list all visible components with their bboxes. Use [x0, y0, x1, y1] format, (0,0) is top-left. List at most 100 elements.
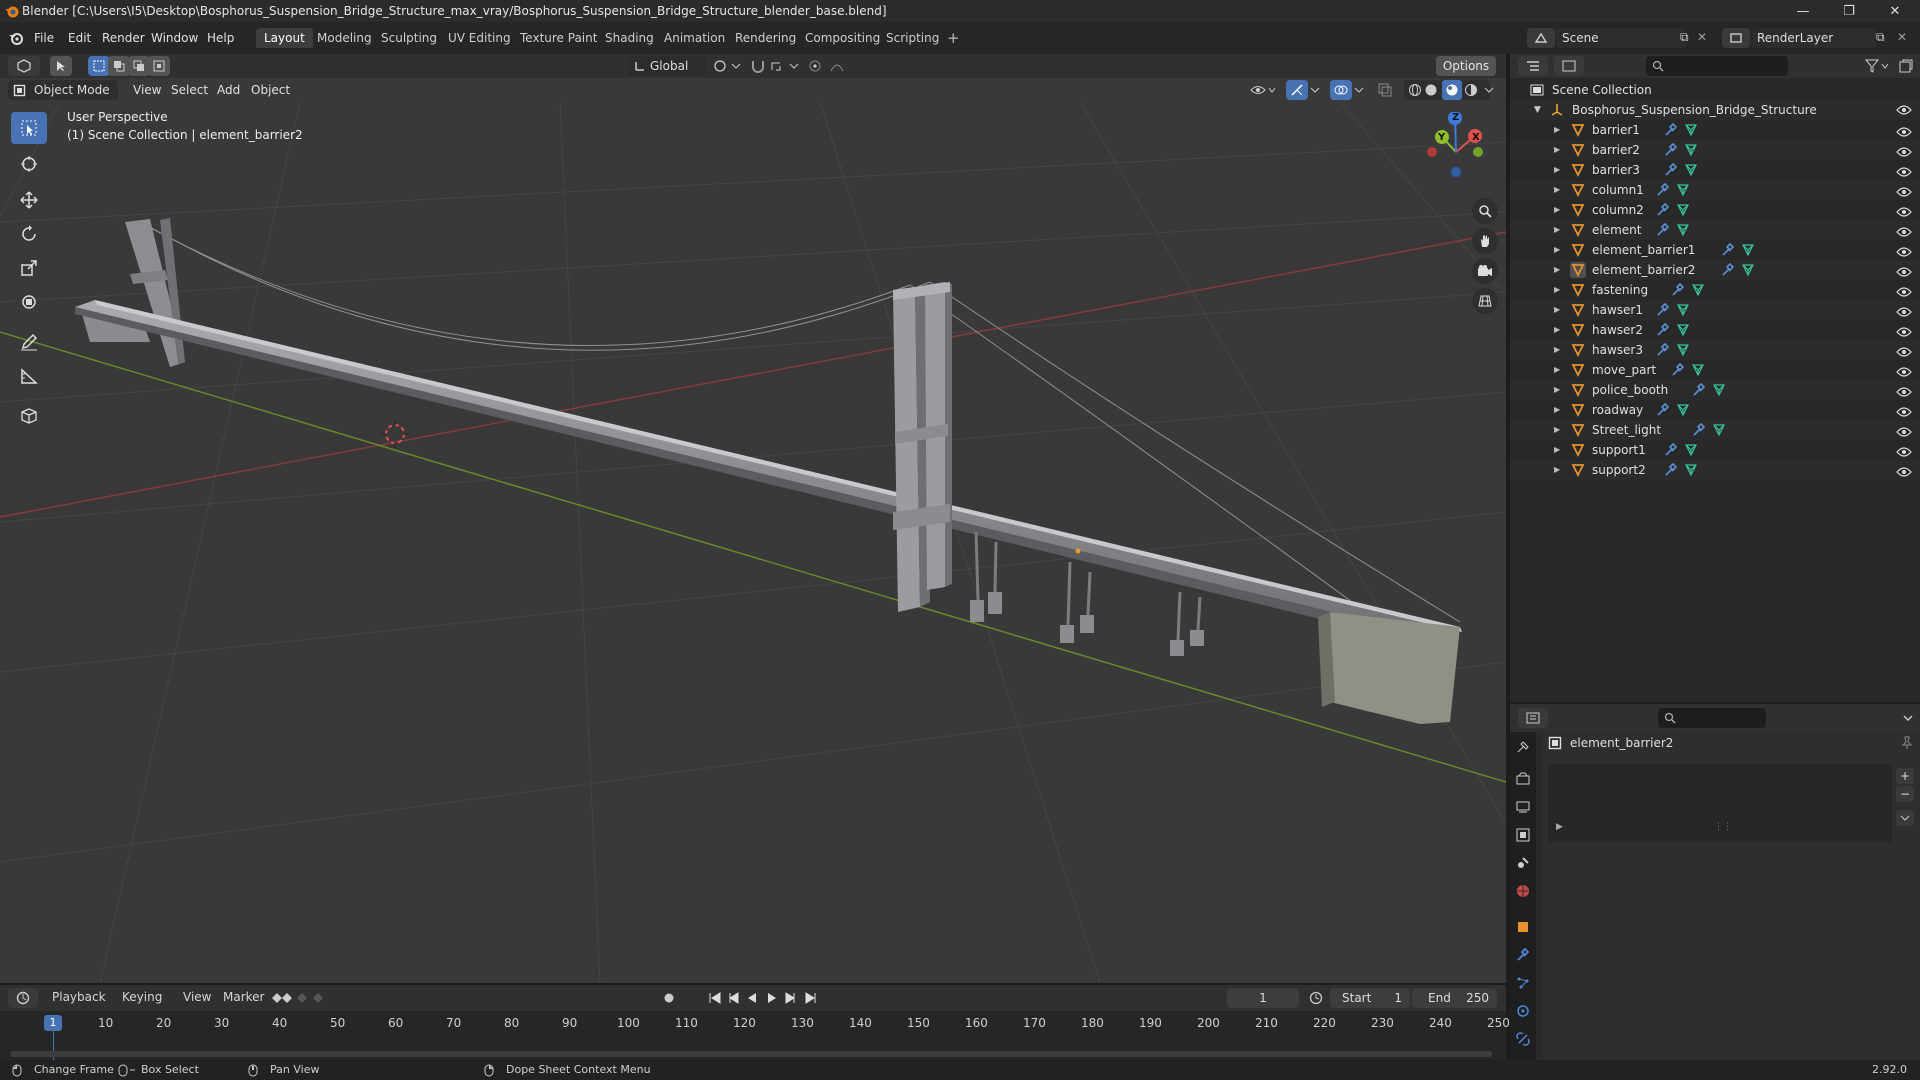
- menu-edit[interactable]: Edit: [68, 22, 91, 54]
- scene-name-field[interactable]: Scene: [1556, 28, 1686, 48]
- visibility-eye-icon[interactable]: [1896, 104, 1912, 116]
- select-mode-subtract-icon[interactable]: [128, 56, 150, 76]
- tab-rendering[interactable]: Rendering: [727, 28, 804, 48]
- select-tool-icon[interactable]: [50, 56, 72, 76]
- mesh-data-icon[interactable]: [1684, 463, 1698, 483]
- zoom-icon[interactable]: [1472, 198, 1498, 224]
- snap-icon[interactable]: [750, 59, 766, 73]
- options-dropdown[interactable]: Options: [1436, 56, 1496, 76]
- outliner-search-input[interactable]: [1646, 56, 1788, 76]
- visibility-eye-icon[interactable]: [1896, 464, 1912, 484]
- list-remove-button[interactable]: −: [1896, 786, 1914, 802]
- select-mode-intersect-icon[interactable]: [148, 56, 170, 76]
- expand-arrow-icon[interactable]: ▶: [1554, 260, 1560, 280]
- menu-window[interactable]: Window: [151, 22, 198, 54]
- expand-arrow-icon[interactable]: ▶: [1556, 822, 1563, 832]
- tab-modeling[interactable]: Modeling: [309, 28, 380, 48]
- outliner-item[interactable]: ▶ barrier2: [1510, 140, 1920, 160]
- tool-move-icon[interactable]: [11, 184, 47, 216]
- tab-animation[interactable]: Animation: [656, 28, 733, 48]
- output-properties-icon[interactable]: [1516, 800, 1530, 814]
- shading-dropdown-icon[interactable]: [1484, 83, 1494, 97]
- expand-arrow-icon[interactable]: ▶: [1554, 120, 1560, 140]
- expand-arrow-icon[interactable]: ▶: [1554, 320, 1560, 340]
- view-layer-remove-icon[interactable]: ✕: [1897, 30, 1907, 44]
- expand-arrow-icon[interactable]: ▶: [1554, 400, 1560, 420]
- rendered-shading-icon[interactable]: [1464, 83, 1478, 97]
- view-layer-browse-icon[interactable]: [1722, 28, 1750, 48]
- scene-browse-icon[interactable]: [1527, 28, 1555, 48]
- viewport-menu-add[interactable]: Add: [217, 78, 240, 102]
- tool-measure-icon[interactable]: [11, 360, 47, 392]
- outliner-item[interactable]: ▶ hawser2: [1510, 320, 1920, 340]
- tool-annotate-icon[interactable]: [11, 326, 47, 358]
- select-mode-extend-icon[interactable]: [108, 56, 130, 76]
- editor-type-icon[interactable]: [8, 56, 40, 76]
- viewport-menu-select[interactable]: Select: [171, 78, 208, 102]
- filter-icon[interactable]: [1865, 59, 1891, 73]
- pan-hand-icon[interactable]: [1472, 228, 1498, 254]
- view-layer-field[interactable]: RenderLayer: [1751, 28, 1876, 48]
- outliner-scene-collection[interactable]: Scene Collection: [1510, 80, 1920, 100]
- preview-range-clock-icon[interactable]: [1309, 991, 1323, 1005]
- expand-arrow-icon[interactable]: ▶: [1554, 140, 1560, 160]
- menu-file[interactable]: File: [34, 22, 54, 54]
- menu-help[interactable]: Help: [207, 22, 234, 54]
- outliner-item[interactable]: ▶ hawser1: [1510, 300, 1920, 320]
- close-window-button[interactable]: ✕: [1872, 0, 1918, 22]
- frame-end-field[interactable]: End 250: [1412, 988, 1497, 1008]
- expand-arrow-icon[interactable]: ▶: [1554, 160, 1560, 180]
- render-properties-icon[interactable]: [1516, 772, 1530, 786]
- navigation-gizmo[interactable]: [1420, 112, 1500, 192]
- minimize-button[interactable]: —: [1780, 0, 1826, 22]
- outliner-item[interactable]: ▶ column1: [1510, 180, 1920, 200]
- collapse-arrow-icon[interactable]: ▼: [1534, 100, 1541, 120]
- timeline-ruler[interactable]: 10 20 30 40 50 60 70 80 90 100 110 120 130 140 150 160 1…: [0, 1011, 1510, 1037]
- timeline-editor-type-icon[interactable]: [8, 988, 38, 1008]
- new-collection-icon[interactable]: [1898, 58, 1914, 74]
- outliner-item[interactable]: ▶ support2: [1510, 460, 1920, 480]
- camera-view-icon[interactable]: [1472, 258, 1498, 284]
- record-icon[interactable]: [662, 991, 676, 1005]
- outliner-item[interactable]: ▶ column2: [1510, 200, 1920, 220]
- view-layer-properties-icon[interactable]: [1516, 828, 1530, 842]
- tool-properties-icon[interactable]: [1516, 740, 1530, 754]
- expand-arrow-icon[interactable]: ▶: [1554, 420, 1560, 440]
- tool-add-cube-icon[interactable]: [11, 400, 47, 432]
- snap-target-icon[interactable]: [770, 59, 800, 73]
- list-menu-chevron-icon[interactable]: [1896, 810, 1914, 826]
- viewport-menu-object[interactable]: Object: [251, 78, 290, 102]
- expand-arrow-icon[interactable]: ▶: [1554, 240, 1560, 260]
- view-layer-new-icon[interactable]: ⧉: [1876, 30, 1885, 45]
- tool-transform-icon[interactable]: [11, 286, 47, 318]
- overlays-toggle-icon[interactable]: [1330, 80, 1352, 100]
- constraints-properties-icon[interactable]: [1516, 1032, 1530, 1046]
- tab-compositing[interactable]: Compositing: [797, 28, 888, 48]
- list-add-button[interactable]: +: [1896, 768, 1914, 784]
- outliner-item[interactable]: ▶ hawser3: [1510, 340, 1920, 360]
- outliner-collection-row[interactable]: ▼ Bosphorus_Suspension_Bridge_Structure: [1510, 100, 1920, 120]
- expand-arrow-icon[interactable]: ▶: [1554, 280, 1560, 300]
- tab-shading[interactable]: Shading: [597, 28, 662, 48]
- pivot-point-icon[interactable]: [712, 59, 742, 73]
- particles-properties-icon[interactable]: [1516, 976, 1530, 990]
- keyframe-tools-icons[interactable]: [272, 991, 344, 1005]
- modifier-wrench-icon[interactable]: [1664, 462, 1678, 483]
- expand-arrow-icon[interactable]: ▶: [1554, 440, 1560, 460]
- playback-controls-icons[interactable]: [708, 991, 818, 1005]
- properties-editor-type-icon[interactable]: [1518, 708, 1548, 728]
- proportional-falloff-icon[interactable]: [830, 59, 856, 73]
- frame-start-field[interactable]: Start 1: [1330, 988, 1410, 1008]
- expand-arrow-icon[interactable]: ▶: [1554, 200, 1560, 220]
- outliner-item[interactable]: ▶ barrier3: [1510, 160, 1920, 180]
- scene-remove-icon[interactable]: ✕: [1697, 30, 1707, 44]
- tab-texture-paint[interactable]: Texture Paint: [512, 28, 605, 48]
- maximize-button[interactable]: ❐: [1826, 0, 1872, 22]
- resize-grip-icon[interactable]: ⋮⋮: [1714, 822, 1732, 832]
- wireframe-shading-icon[interactable]: [1408, 83, 1422, 97]
- expand-arrow-icon[interactable]: ▶: [1554, 460, 1560, 480]
- outliner-item[interactable]: ▶ element_barrier1: [1510, 240, 1920, 260]
- tool-scale-icon[interactable]: [11, 252, 47, 284]
- expand-arrow-icon[interactable]: ▶: [1554, 340, 1560, 360]
- current-frame-field[interactable]: 1: [1227, 988, 1299, 1008]
